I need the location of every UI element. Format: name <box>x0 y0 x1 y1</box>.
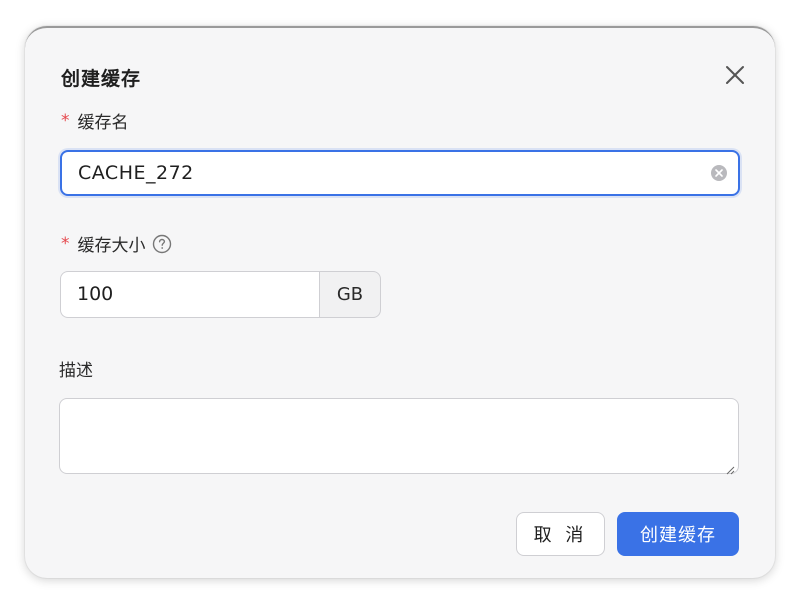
description-textarea[interactable] <box>59 398 739 475</box>
close-button[interactable] <box>722 62 748 88</box>
description-label: 描述 <box>59 361 93 381</box>
clear-circle-icon <box>711 165 727 181</box>
dialog-title: 创建缓存 <box>61 68 142 90</box>
required-mark: * <box>61 110 70 131</box>
cache-name-label-row: * 缓存名 <box>61 108 129 134</box>
cache-size-input[interactable]: 100 <box>60 271 320 318</box>
create-cache-dialog: 创建缓存 * 缓存名 CACHE_272 * 缓存大小 100 GB 描述 取 … <box>25 26 775 578</box>
resize-handle[interactable] <box>725 460 735 475</box>
size-unit-addon: GB <box>319 271 381 318</box>
cache-size-label-row: * 缓存大小 <box>61 231 172 256</box>
help-button[interactable] <box>152 234 172 254</box>
description-label-row: 描述 <box>59 356 93 381</box>
cache-size-value[interactable]: 100 <box>77 283 113 305</box>
cache-size-label: 缓存大小 <box>77 236 146 256</box>
required-mark: * <box>61 233 70 254</box>
cache-name-label: 缓存名 <box>77 113 129 133</box>
cache-name-value[interactable]: CACHE_272 <box>78 162 194 184</box>
clear-input-button[interactable] <box>710 164 728 182</box>
create-cache-button[interactable]: 创建缓存 <box>617 512 739 556</box>
resize-grip-icon <box>726 466 735 475</box>
question-circle-icon <box>152 234 171 253</box>
close-icon <box>726 66 744 84</box>
cancel-button[interactable]: 取 消 <box>516 512 605 556</box>
cache-name-input[interactable]: CACHE_272 <box>60 150 740 196</box>
